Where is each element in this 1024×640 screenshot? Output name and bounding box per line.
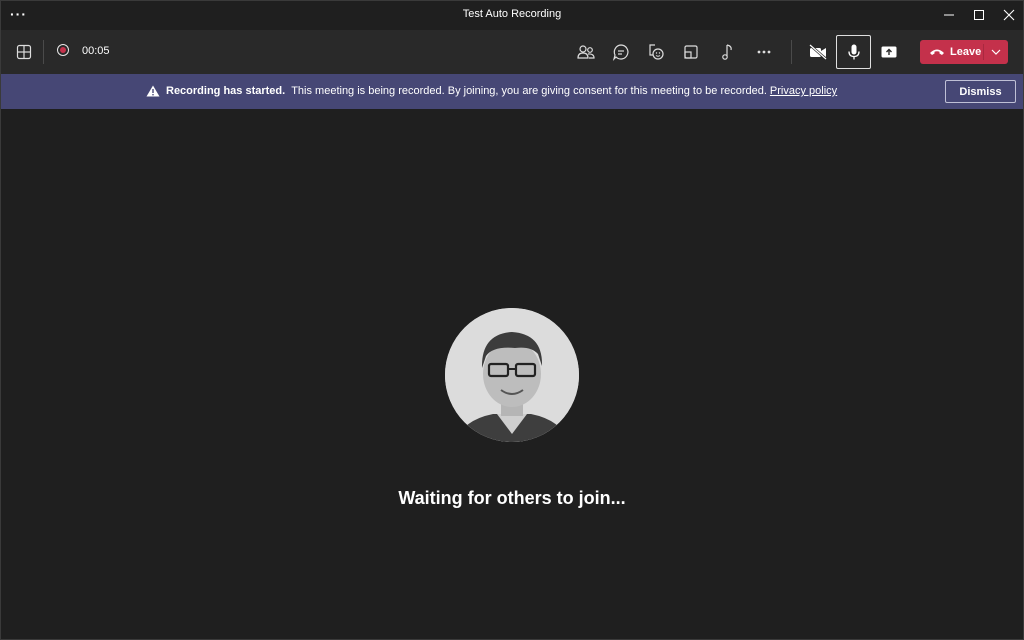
title-bar: ··· Test Auto Recording: [0, 0, 1024, 30]
dismiss-button[interactable]: Dismiss: [945, 80, 1016, 103]
reactions-button[interactable]: [644, 40, 668, 64]
window-title: Test Auto Recording: [462, 8, 562, 20]
share-icon: [881, 46, 897, 58]
chat-icon: [612, 44, 629, 61]
music-icon: [722, 44, 732, 60]
leave-button[interactable]: Leave: [920, 40, 1008, 64]
warning-icon: [146, 85, 160, 97]
hang-up-icon: [924, 47, 950, 57]
waiting-status: Waiting for others to join...: [398, 488, 626, 508]
camera-off-icon: [809, 44, 827, 60]
maximize-icon: [974, 10, 984, 20]
avatar: [445, 308, 579, 442]
recording-timer: 00:05: [82, 45, 110, 57]
participants-icon: [577, 45, 595, 59]
minimize-button[interactable]: [932, 0, 966, 30]
more-actions-button[interactable]: [752, 40, 776, 64]
reactions-icon: [649, 44, 664, 60]
mic-toggle-button[interactable]: [836, 35, 871, 69]
layout-button[interactable]: [12, 40, 36, 64]
toolbar-divider: [791, 40, 792, 64]
mic-icon: [847, 44, 860, 60]
layout-icon: [16, 44, 32, 60]
share-button[interactable]: [877, 40, 901, 64]
chat-button[interactable]: [609, 40, 633, 64]
toolbar-divider: [43, 40, 44, 64]
banner-message: Recording has started. This meeting is b…: [146, 85, 837, 97]
minimize-icon: [944, 14, 954, 16]
maximize-button[interactable]: [962, 0, 996, 30]
recording-banner: Recording has started. This meeting is b…: [0, 74, 1024, 109]
record-icon: [57, 44, 69, 56]
leave-label: Leave: [950, 46, 982, 58]
privacy-policy-link[interactable]: Privacy policy: [770, 85, 837, 97]
rooms-icon: [684, 45, 698, 59]
chevron-down-icon[interactable]: [988, 44, 1004, 60]
rooms-button[interactable]: [679, 40, 703, 64]
leave-divider: [983, 44, 984, 60]
participants-button[interactable]: [574, 40, 598, 64]
close-button[interactable]: [992, 0, 1024, 30]
camera-toggle-button[interactable]: [806, 40, 830, 64]
music-button[interactable]: [715, 40, 739, 64]
banner-title: Recording has started.: [166, 85, 286, 97]
banner-text: This meeting is being recorded. By joini…: [291, 85, 767, 97]
close-icon: [1003, 9, 1015, 21]
user-photo: [445, 308, 579, 442]
more-icon: [757, 50, 771, 54]
